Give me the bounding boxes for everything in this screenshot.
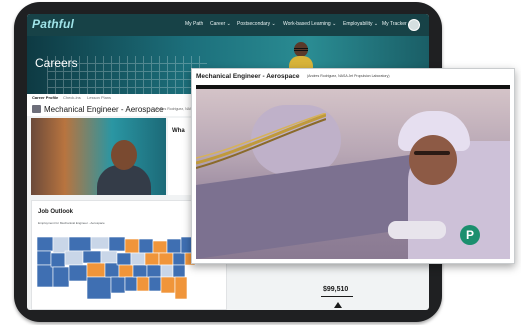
us-employment-map[interactable]	[37, 233, 205, 310]
info-card-title: Wha	[172, 128, 185, 134]
nav-work-based-learning[interactable]: Work-based Learning ⌄	[283, 21, 336, 27]
video-cable-bundle	[196, 113, 326, 169]
salary-pointer-icon	[334, 302, 342, 308]
career-title: Mechanical Engineer - Aerospace	[44, 105, 164, 114]
presenter-head	[111, 140, 137, 170]
video-engineer-eyes	[414, 151, 450, 155]
video-player[interactable]: P	[196, 85, 510, 259]
pathful-badge-icon[interactable]: P	[460, 225, 480, 245]
popup-title: Mechanical Engineer - Aerospace	[196, 73, 300, 80]
pathful-logo[interactable]: Pathful	[32, 17, 74, 31]
nav-employability[interactable]: Employability ⌄	[343, 21, 378, 27]
tab-career-profile[interactable]: Career Profile	[32, 95, 58, 100]
video-top-bar	[196, 85, 510, 89]
job-outlook-subtitle: Employment for Mechanical Engineer - Aer…	[38, 221, 105, 225]
nav-my-path[interactable]: My Path	[185, 21, 203, 27]
top-navigation-bar: Pathful My Path Career ⌄ Postsecondary ⌄…	[27, 14, 429, 36]
nav-career[interactable]: Career ⌄	[210, 21, 231, 27]
popup-subtitle: (Andres Rodriguez, NASA Jet Propulsion L…	[307, 74, 390, 78]
career-cluster-icon	[32, 105, 41, 113]
video-popup[interactable]: Mechanical Engineer - Aerospace (Andres …	[191, 68, 515, 264]
video-engineer-face	[409, 135, 457, 185]
nav-postsecondary[interactable]: Postsecondary ⌄	[237, 21, 276, 27]
page-title: Careers	[35, 56, 78, 70]
video-engineer-glove	[388, 221, 446, 239]
job-outlook-title: Job Outlook	[38, 209, 73, 215]
career-subtitle: (Andres Rodriguez, NASA)	[154, 107, 196, 111]
tab-check-ins[interactable]: Check-ins	[63, 95, 81, 100]
median-salary-value: $99,510	[323, 286, 349, 293]
salary-underline	[321, 296, 353, 297]
user-avatar[interactable]	[408, 19, 420, 31]
career-video-thumbnail[interactable]	[31, 118, 166, 195]
tab-lesson-plans[interactable]: Lesson Plans	[87, 95, 111, 100]
